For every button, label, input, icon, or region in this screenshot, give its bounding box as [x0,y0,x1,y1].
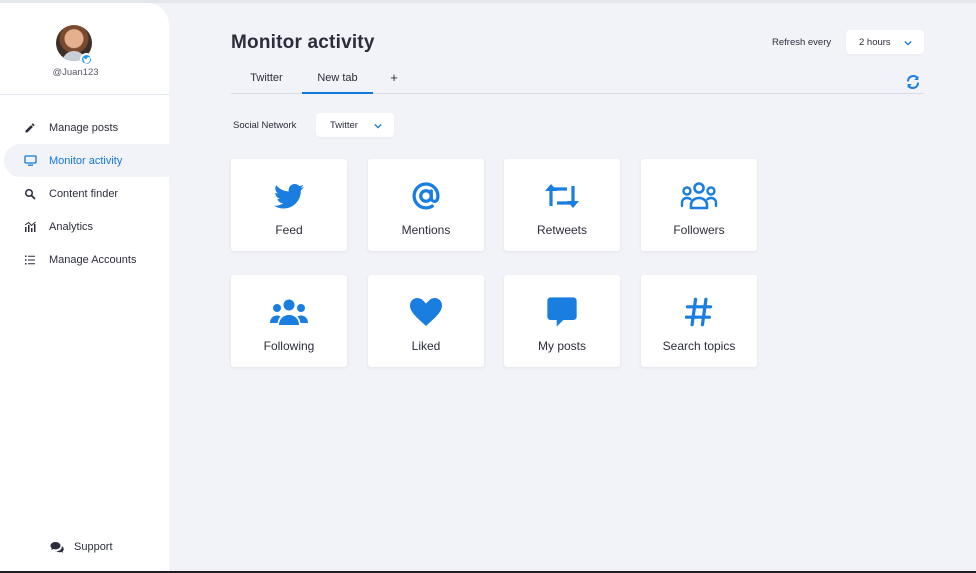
card-liked[interactable]: Liked [368,275,484,367]
sidebar-nav: Manage posts Monitor activity Content fi… [0,111,169,276]
sidebar-item-monitor-activity[interactable]: Monitor activity [4,144,169,177]
card-following[interactable]: Following [231,275,347,367]
sidebar-item-label: Analytics [49,220,94,233]
tab-new-tab[interactable]: New tab [302,62,373,94]
sidebar-item-label: Content finder [49,187,119,200]
card-my-posts[interactable]: My posts [504,275,620,367]
card-label: Following [263,339,315,353]
card-feed[interactable]: Feed [231,159,347,251]
followers-icon [641,179,757,213]
refresh-icon[interactable] [905,74,921,90]
at-sign-icon [368,179,484,213]
twitter-bird-icon [231,179,347,213]
sidebar-item-label: Manage posts [49,121,119,134]
refresh-interval-value: 2 hours [859,36,891,48]
list-icon [23,253,37,267]
username: @Juan123 [52,67,99,78]
profile: @Juan123 [0,3,169,95]
sidebar-item-manage-accounts[interactable]: Manage Accounts [0,243,169,276]
sidebar-item-content-finder[interactable]: Content finder [0,177,169,210]
refresh-interval-select[interactable]: 2 hours [846,30,924,54]
twitter-badge-icon [80,53,93,66]
card-label: Followers [673,223,725,237]
users-group-icon [231,295,347,329]
sidebar-item-analytics[interactable]: Analytics [0,210,169,243]
analytics-chart-icon [23,220,37,234]
search-icon [23,187,37,201]
heart-icon [368,295,484,329]
sidebar-item-label: Manage Accounts [49,253,137,266]
hashtag-icon [641,295,757,329]
retweet-icon [504,179,620,213]
refresh-label: Refresh every [772,37,832,48]
social-network-value: Twitter [330,119,358,131]
support-label: Support [74,541,113,553]
chevron-down-icon [904,38,912,49]
message-icon [504,295,620,329]
sidebar: @Juan123 Manage posts Monitor activity C… [0,3,169,571]
card-label: Retweets [536,223,588,237]
social-network-select[interactable]: Twitter [316,113,394,137]
card-followers[interactable]: Followers [641,159,757,251]
card-label: Search topics [662,339,736,353]
pencil-icon [23,121,37,135]
tab-bar: Twitter New tab + [231,62,924,94]
add-tab-button[interactable]: + [381,62,407,93]
social-network-label: Social Network [233,120,297,131]
card-mentions[interactable]: Mentions [368,159,484,251]
card-label: My posts [537,339,586,353]
page-title: Monitor activity [231,32,375,53]
monitor-icon [23,154,37,168]
support-link[interactable]: Support [50,541,113,553]
sidebar-item-manage-posts[interactable]: Manage posts [0,111,169,144]
tab-twitter[interactable]: Twitter [231,62,302,93]
card-retweets[interactable]: Retweets [504,159,620,251]
card-label: Mentions [401,223,451,237]
chevron-down-icon [374,121,382,132]
chat-bubbles-icon [50,541,64,553]
card-label: Feed [275,223,303,237]
card-label: Liked [411,339,441,353]
sidebar-item-label: Monitor activity [49,154,123,167]
card-search-topics[interactable]: Search topics [641,275,757,367]
